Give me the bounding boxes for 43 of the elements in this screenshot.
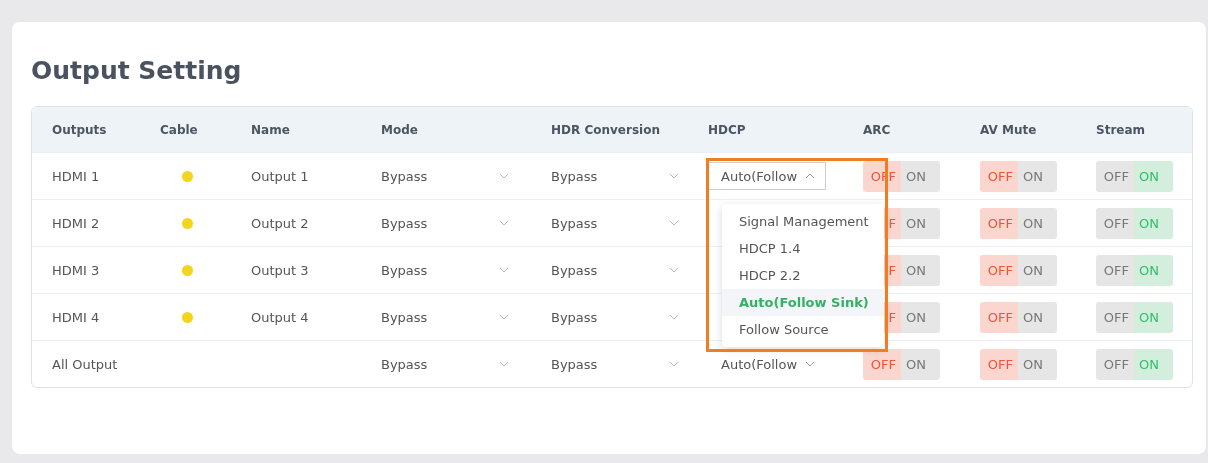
column-header: Name xyxy=(251,122,291,137)
table-cell: HDMI 3 xyxy=(52,262,100,278)
column-header: Outputs xyxy=(52,122,108,137)
table-cell: Output 2 xyxy=(251,215,309,231)
mode-select[interactable]: Bypass xyxy=(381,168,509,184)
mode-select[interactable]: Bypass xyxy=(381,262,509,278)
mode-select[interactable]: Bypass xyxy=(381,309,509,325)
caret-icon xyxy=(805,173,816,179)
mode-select[interactable]: Bypass xyxy=(381,215,509,231)
mode-select[interactable]: Bypass xyxy=(381,356,509,372)
hdr-select[interactable]: Bypass xyxy=(551,215,679,231)
caret-icon xyxy=(499,220,509,226)
hdr-select[interactable]: Bypass xyxy=(551,168,679,184)
table-cell: All Output xyxy=(52,356,118,372)
table-cell: Output 1 xyxy=(251,168,309,184)
column-header: Mode xyxy=(381,122,419,137)
caret-icon xyxy=(669,173,679,179)
table-cell: Output 3 xyxy=(251,262,309,278)
caret-icon xyxy=(499,267,509,273)
hdr-select[interactable]: Bypass xyxy=(551,309,679,325)
caret-icon xyxy=(499,314,509,320)
table-cell: HDMI 1 xyxy=(52,168,100,184)
column-header: HDCP xyxy=(708,122,747,137)
column-header: ARC xyxy=(863,122,892,137)
caret-icon xyxy=(669,361,679,367)
hdcp-select[interactable]: Auto(Follow xyxy=(708,350,827,378)
caret-icon xyxy=(669,314,679,320)
caret-icon xyxy=(499,361,509,367)
column-header: AV Mute xyxy=(980,122,1038,137)
caret-icon xyxy=(669,220,679,226)
hdr-select[interactable]: Bypass xyxy=(551,262,679,278)
table-cell: HDMI 4 xyxy=(52,309,100,325)
column-header: HDR Conversion xyxy=(551,122,661,137)
caret-icon xyxy=(669,267,679,273)
hdr-select[interactable]: Bypass xyxy=(551,356,679,372)
caret-icon xyxy=(499,173,509,179)
caret-icon xyxy=(805,361,816,367)
table-cell: HDMI 2 xyxy=(52,215,100,231)
hdcp-select[interactable]: Auto(Follow xyxy=(708,162,827,190)
table-cell: Output 4 xyxy=(251,309,309,325)
page-title: Output Setting xyxy=(31,55,243,87)
column-header: Cable xyxy=(160,122,199,137)
column-header: Stream xyxy=(1096,122,1147,137)
